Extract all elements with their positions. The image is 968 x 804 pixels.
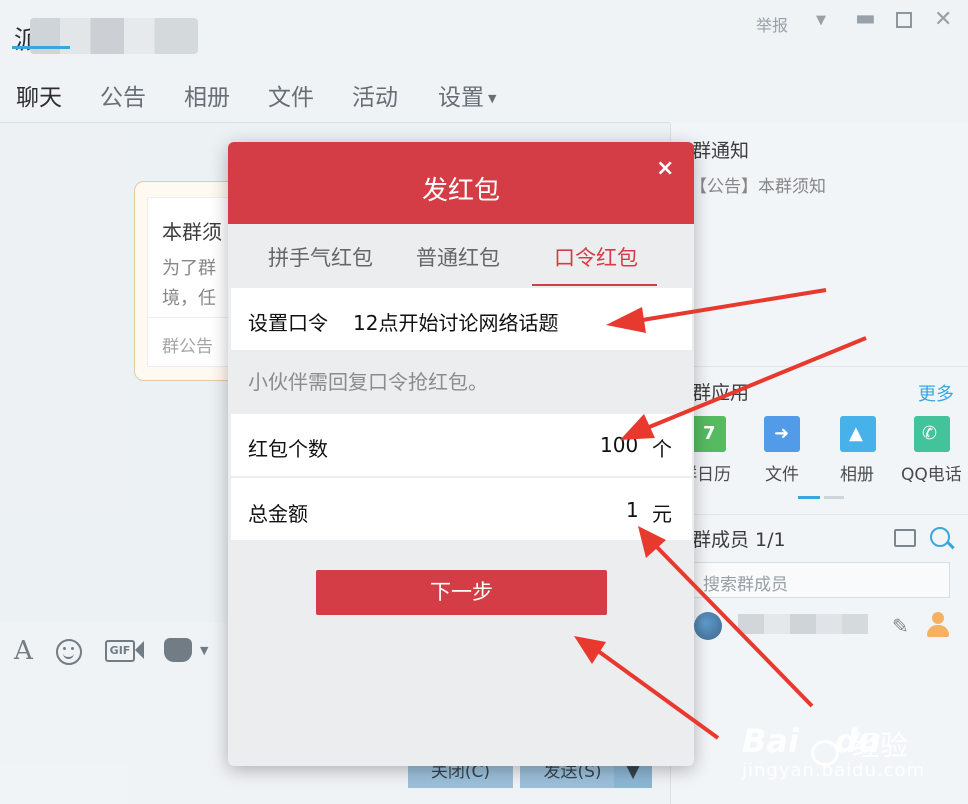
total-amount-unit: 元	[652, 502, 672, 526]
jingyan-watermark: 经验	[852, 729, 909, 762]
baidu-watermark-logo-text: Bai	[742, 722, 799, 760]
tab-password-packet[interactable]: 口令红包	[554, 242, 638, 272]
dialog-title: 发红包	[421, 176, 500, 206]
packet-count-input[interactable]: 100	[600, 433, 638, 457]
close-icon[interactable]: ×	[656, 156, 674, 181]
password-input[interactable]: 12点开始讨论网络话题	[353, 307, 558, 336]
password-label: 设置口令	[248, 311, 328, 335]
red-packet-dialog: 发红包 × 拼手气红包 普通红包 口令红包 设置口令 12点开始讨论网络话题 小…	[228, 142, 694, 766]
total-amount-label: 总金额	[248, 502, 308, 526]
jingyan-watermark-url: jingyan.baidu.com	[742, 760, 926, 781]
tab-lucky-packet[interactable]: 拼手气红包	[268, 242, 373, 272]
qq-group-window: 派 举报 ▼ ▬ ✕ 聊天 公告 相册 文件 活动 设置 ▼ 本群须 为了群 境，…	[0, 0, 968, 804]
total-amount-input[interactable]: 1	[626, 498, 639, 522]
password-hint: 小伙伴需回复口令抢红包。	[248, 370, 488, 394]
next-step-button[interactable]: 下一步	[316, 570, 607, 615]
packet-count-label: 红包个数	[248, 437, 328, 461]
active-tab-underline	[532, 284, 657, 286]
packet-count-unit: 个	[652, 437, 672, 461]
tab-normal-packet[interactable]: 普通红包	[416, 242, 500, 272]
baidu-paw-icon	[799, 724, 839, 766]
